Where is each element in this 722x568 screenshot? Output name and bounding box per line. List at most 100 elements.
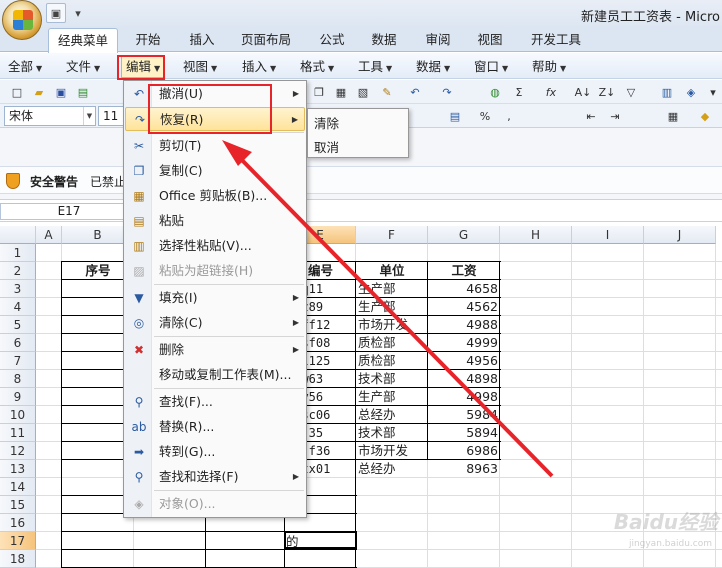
column-header-g[interactable]: G (428, 226, 500, 244)
menu-help[interactable]: 帮助 ▼ (532, 57, 566, 77)
font-size-select[interactable]: 11 (98, 106, 124, 126)
menu-window[interactable]: 窗口 ▼ (474, 57, 508, 77)
cell-salary[interactable]: 5984 (430, 406, 498, 424)
column-header-i[interactable]: I (572, 226, 644, 244)
cell-salary[interactable]: 4562 (430, 298, 498, 316)
tab-data[interactable]: 数据 (362, 28, 406, 52)
cell-header-seq[interactable]: 序号 (64, 262, 132, 280)
cell-salary[interactable]: 6986 (430, 442, 498, 460)
menu-view[interactable]: 视图 ▼ (183, 57, 217, 77)
cell-unit[interactable]: 技术部 (358, 424, 426, 442)
borders-icon[interactable]: ▦ (664, 107, 682, 125)
cell-unit[interactable]: 生产部 (358, 388, 426, 406)
row-header-16[interactable]: 16 (0, 514, 36, 532)
sort-ascending-icon[interactable]: A↓ (574, 83, 592, 101)
paste-special-icon[interactable]: ▧ (354, 83, 372, 101)
row-header-2[interactable]: 2 (0, 262, 36, 280)
menu-all[interactable]: 全部 ▼ (8, 57, 42, 77)
row-header-11[interactable]: 11 (0, 424, 36, 442)
name-box[interactable]: E17 (0, 203, 138, 220)
row-header-14[interactable]: 14 (0, 478, 36, 496)
menu-item-clear[interactable]: ◎ 清除(C) ▶ (125, 311, 305, 335)
function-icon[interactable]: fx (542, 83, 560, 101)
autosum-icon[interactable]: Σ (510, 83, 528, 101)
row-header-1[interactable]: 1 (0, 244, 36, 262)
menu-tools[interactable]: 工具 ▼ (358, 57, 392, 77)
copy-icon[interactable]: ❐ (310, 83, 328, 101)
cell-salary[interactable]: 4988 (430, 316, 498, 334)
row-header-9[interactable]: 9 (0, 388, 36, 406)
menu-item-copy[interactable]: ❐ 复制(C) (125, 159, 305, 183)
cell-unit[interactable]: 市场开发 (358, 442, 426, 460)
tab-page-layout[interactable]: 页面布局 (234, 28, 298, 52)
cell-header-salary[interactable]: 工资 (430, 262, 498, 280)
row-header-15[interactable]: 15 (0, 496, 36, 514)
menu-format[interactable]: 格式 ▼ (300, 57, 334, 77)
paste-icon[interactable]: ▦ (332, 83, 350, 101)
cell-salary[interactable]: 4658 (430, 280, 498, 298)
redo-icon[interactable]: ↷ (438, 83, 456, 101)
office-button[interactable] (2, 0, 42, 40)
menu-item-find[interactable]: ⚲ 查找(F)... (125, 390, 305, 414)
row-header-6[interactable]: 6 (0, 334, 36, 352)
menu-item-find-select[interactable]: ⚲ 查找和选择(F) ▶ (125, 465, 305, 489)
cell-salary[interactable]: 4999 (430, 334, 498, 352)
save-icon[interactable]: ▣ (46, 3, 66, 23)
select-all-corner[interactable] (0, 226, 36, 244)
menu-item-move-copy-sheet[interactable]: 移动或复制工作表(M)... (125, 363, 305, 387)
customize-qat-icon[interactable]: ▾ (68, 3, 88, 23)
tab-classic-menu[interactable]: 经典菜单 (48, 28, 118, 53)
menu-item-redo[interactable]: ↷ 恢复(R) ▶ (125, 107, 305, 131)
cell-salary[interactable]: 4998 (430, 388, 498, 406)
menu-item-office-clipboard[interactable]: ▦ Office 剪贴板(B)... (125, 184, 305, 208)
menu-item-paste[interactable]: ▤ 粘贴 (125, 209, 305, 233)
format-painter-icon[interactable]: ✎ (378, 83, 396, 101)
column-header-j[interactable]: J (644, 226, 716, 244)
row-header-13[interactable]: 13 (0, 460, 36, 478)
menu-item-undo[interactable]: ↶ 撤消(U) ▶ (125, 82, 305, 106)
row-header-4[interactable]: 4 (0, 298, 36, 316)
zoom-icon[interactable]: ▾ (704, 83, 722, 101)
cell-salary[interactable]: 5894 (430, 424, 498, 442)
cell-unit[interactable]: 生产部 (358, 298, 426, 316)
row-header-10[interactable]: 10 (0, 406, 36, 424)
tab-formulas[interactable]: 公式 (310, 28, 354, 52)
save-icon[interactable]: ▣ (52, 83, 70, 101)
cell-seq[interactable]: 1 (64, 298, 132, 316)
font-name-select[interactable]: 宋体 ▼ (4, 106, 96, 126)
chart-icon[interactable]: ▥ (658, 83, 676, 101)
sort-descending-icon[interactable]: Z↓ (598, 83, 616, 101)
menu-item-goto[interactable]: ➡ 转到(G)... (125, 440, 305, 464)
menu-item-cut[interactable]: ✂ 剪切(T) (125, 134, 305, 158)
cell-unit[interactable]: 总经办 (358, 406, 426, 424)
permission-icon[interactable]: ▤ (74, 83, 92, 101)
undo-icon[interactable]: ↶ (406, 83, 424, 101)
row-header-12[interactable]: 12 (0, 442, 36, 460)
hyperlink-icon[interactable]: ◍ (486, 83, 504, 101)
menu-file[interactable]: 文件 ▼ (66, 57, 100, 77)
row-header-8[interactable]: 8 (0, 370, 36, 388)
cell-salary[interactable]: 8963 (430, 460, 498, 478)
comma-style-icon[interactable]: , (500, 107, 518, 125)
tab-review[interactable]: 审阅 (416, 28, 460, 52)
cell-unit[interactable]: 质检部 (358, 334, 426, 352)
percent-icon[interactable]: % (476, 107, 494, 125)
column-header-h[interactable]: H (500, 226, 572, 244)
column-header-f[interactable]: F (356, 226, 428, 244)
redo-submenu-cancel[interactable]: 取消 (314, 137, 339, 156)
row-header-5[interactable]: 5 (0, 316, 36, 334)
menu-edit[interactable]: 编辑 ▼ (121, 56, 166, 78)
cell-salary[interactable]: 4956 (430, 352, 498, 370)
decrease-indent-icon[interactable]: ⇤ (582, 107, 600, 125)
cell-seq[interactable]: 1 (64, 280, 132, 298)
increase-indent-icon[interactable]: ⇥ (606, 107, 624, 125)
row-header-18[interactable]: 18 (0, 550, 36, 568)
cell-salary[interactable]: 4898 (430, 370, 498, 388)
cell-unit[interactable]: 市场开发 (358, 316, 426, 334)
row-header-7[interactable]: 7 (0, 352, 36, 370)
row-header-3[interactable]: 3 (0, 280, 36, 298)
tab-home[interactable]: 开始 (126, 28, 170, 52)
filter-icon[interactable]: ▽ (622, 83, 640, 101)
fill-color-icon[interactable]: ◆ (696, 107, 714, 125)
column-header-a[interactable]: A (36, 226, 62, 244)
